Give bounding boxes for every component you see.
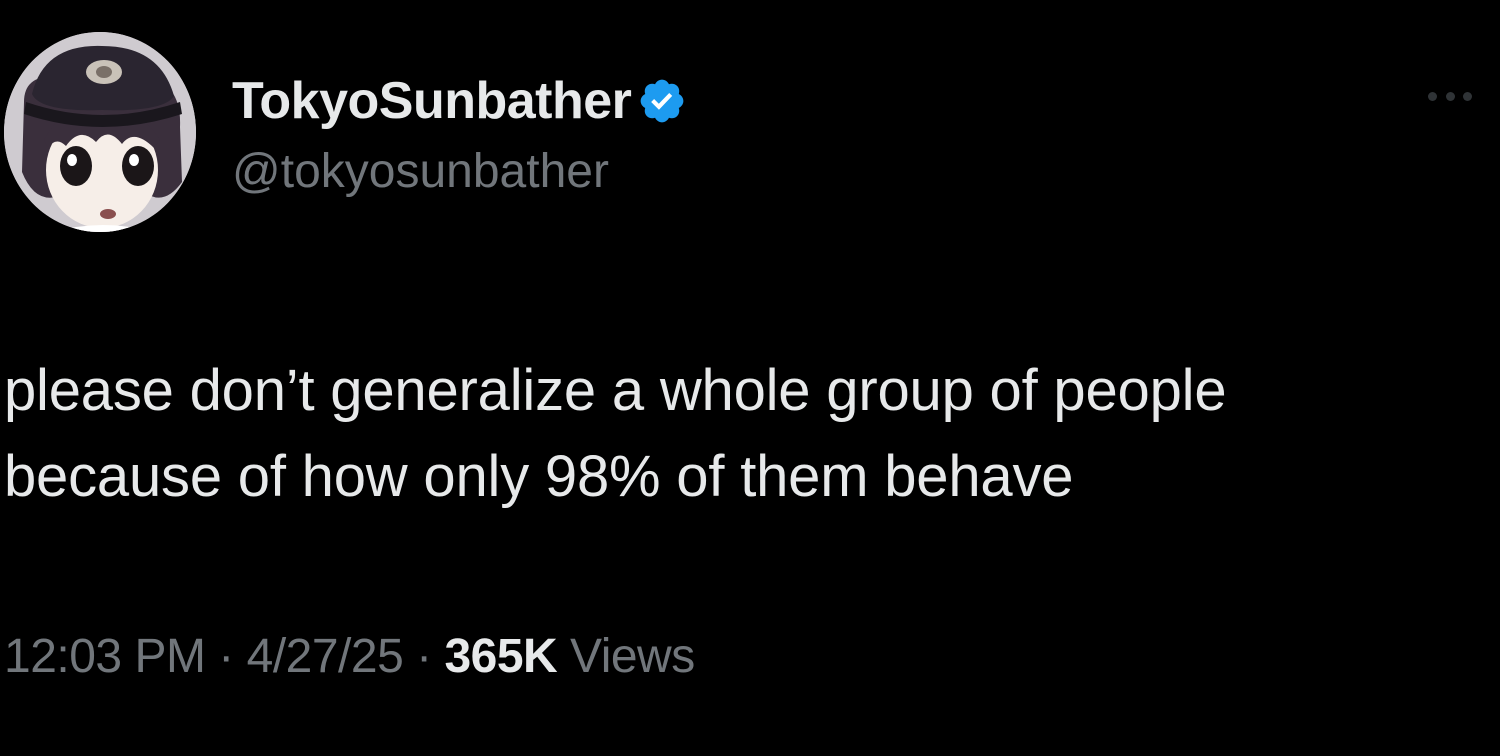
display-name[interactable]: TokyoSunbather bbox=[232, 66, 632, 136]
tweet-text-line: because of how only 98% of them behave bbox=[4, 444, 1074, 509]
views-label: Views bbox=[570, 630, 695, 683]
name-row: TokyoSunbather bbox=[232, 66, 687, 136]
tweet-text-line: please don’t generalize a whole group of… bbox=[4, 358, 1227, 423]
avatar[interactable] bbox=[4, 32, 196, 232]
more-options-icon[interactable] bbox=[1428, 84, 1472, 108]
tweet-time[interactable]: 12:03 PM bbox=[4, 630, 206, 683]
views-count: 365K bbox=[444, 630, 558, 683]
more-dot bbox=[1428, 91, 1437, 101]
tweet-text: please don’t generalize a whole group of… bbox=[4, 348, 1500, 520]
more-dot bbox=[1463, 91, 1472, 101]
separator-dot: · bbox=[218, 630, 234, 683]
user-handle[interactable]: @tokyosunbather bbox=[232, 142, 687, 202]
tweet-metadata: 12:03 PM · 4/27/25 · 365K Views bbox=[4, 622, 695, 692]
tweet-date[interactable]: 4/27/25 bbox=[247, 630, 404, 683]
verified-badge-icon bbox=[637, 76, 687, 126]
author-info: TokyoSunbather @tokyosunbather bbox=[232, 66, 687, 202]
tweet-card: TokyoSunbather @tokyosunbather please do… bbox=[0, 0, 1500, 756]
separator-dot: · bbox=[416, 630, 432, 683]
more-dot bbox=[1445, 91, 1455, 101]
